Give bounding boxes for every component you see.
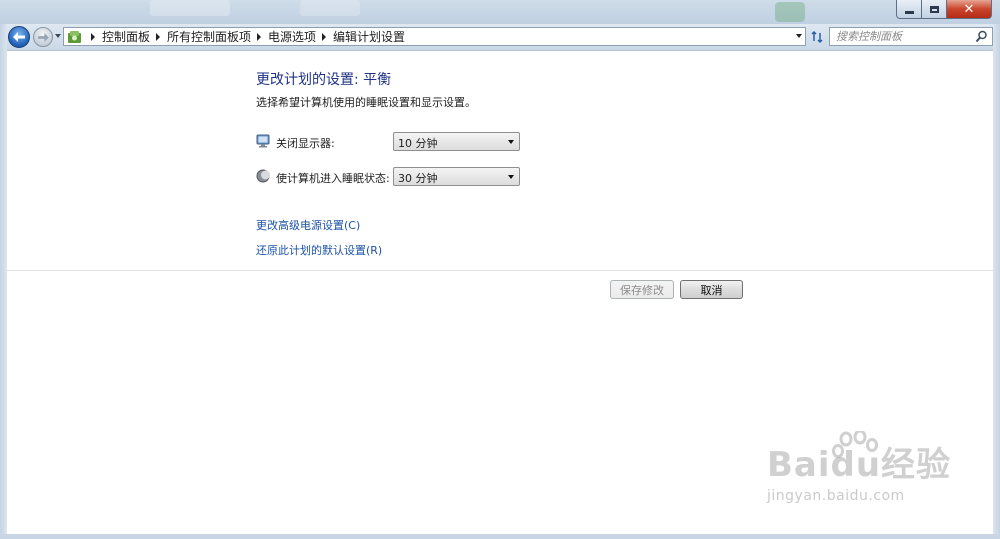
breadcrumb-separator-icon[interactable]	[257, 32, 262, 41]
breadcrumb-separator-icon[interactable]	[91, 32, 95, 41]
maximize-icon	[929, 5, 939, 13]
breadcrumb-all-items[interactable]: 所有控制面板项	[167, 28, 251, 45]
breadcrumb-control-panel[interactable]: 控制面板	[102, 28, 150, 45]
sleep-value: 30 分钟	[398, 172, 438, 185]
chevron-down-icon	[508, 175, 514, 179]
sleep-select[interactable]: 30 分钟	[393, 167, 520, 186]
minimize-icon	[904, 10, 914, 14]
close-button[interactable]: ✕	[947, 0, 992, 19]
recent-pages-dropdown-icon[interactable]	[55, 34, 61, 38]
breadcrumb-edit-plan[interactable]: 编辑计划设置	[333, 28, 405, 45]
navigation-bar: 控制面板 所有控制面板项 电源选项 编辑计划设置	[0, 24, 1000, 50]
advanced-power-settings-link[interactable]: 更改高级电源设置(C)	[256, 217, 360, 233]
window-frame-left	[0, 24, 7, 539]
background-window-ghost	[150, 0, 230, 16]
display-off-value: 10 分钟	[398, 137, 438, 150]
forward-button[interactable]	[33, 27, 53, 47]
page-title: 更改计划的设置: 平衡	[256, 72, 392, 88]
background-window-ghost	[300, 0, 360, 16]
watermark-url: jingyan.baidu.com	[767, 488, 905, 504]
background-app-icon	[775, 2, 805, 22]
close-icon: ✕	[963, 1, 975, 17]
page-subtitle: 选择希望计算机使用的睡眠设置和显示设置。	[256, 96, 476, 109]
control-panel-icon	[68, 30, 81, 43]
address-bar[interactable]: 控制面板 所有控制面板项 电源选项 编辑计划设置	[63, 27, 806, 46]
search-input[interactable]	[836, 29, 970, 44]
display-off-label: 关闭显示器:	[276, 137, 335, 150]
back-arrow-icon	[13, 32, 25, 42]
minimize-button[interactable]	[896, 0, 922, 19]
breadcrumb-separator-icon[interactable]	[322, 32, 327, 41]
back-button[interactable]	[8, 26, 30, 48]
refresh-icon	[811, 30, 823, 44]
save-changes-button[interactable]: 保存修改	[610, 280, 674, 299]
moon-icon	[256, 169, 270, 183]
window-frame-bottom	[0, 534, 1000, 539]
divider	[7, 270, 993, 271]
search-icon[interactable]	[975, 30, 988, 43]
monitor-icon	[256, 134, 270, 148]
restore-defaults-link[interactable]: 还原此计划的默认设置(R)	[256, 242, 382, 258]
address-dropdown-icon[interactable]	[796, 34, 802, 38]
watermark-brand: Baidu经验	[767, 445, 952, 485]
breadcrumb-power-options[interactable]: 电源选项	[268, 28, 316, 45]
refresh-button[interactable]	[808, 28, 826, 46]
title-bar: ✕	[0, 0, 1000, 24]
search-box[interactable]	[829, 27, 993, 46]
sleep-label: 使计算机进入睡眠状态:	[276, 172, 390, 185]
breadcrumb-separator-icon[interactable]	[156, 32, 161, 41]
window-controls: ✕	[896, 0, 992, 19]
forward-arrow-icon	[37, 32, 49, 42]
window-frame-right	[993, 24, 1000, 539]
display-off-select[interactable]: 10 分钟	[393, 132, 520, 151]
maximize-button[interactable]	[922, 0, 947, 19]
chevron-down-icon	[508, 140, 514, 144]
watermark: Baidu经验 jingyan.baidu.com	[767, 448, 951, 504]
cancel-button[interactable]: 取消	[680, 280, 743, 299]
